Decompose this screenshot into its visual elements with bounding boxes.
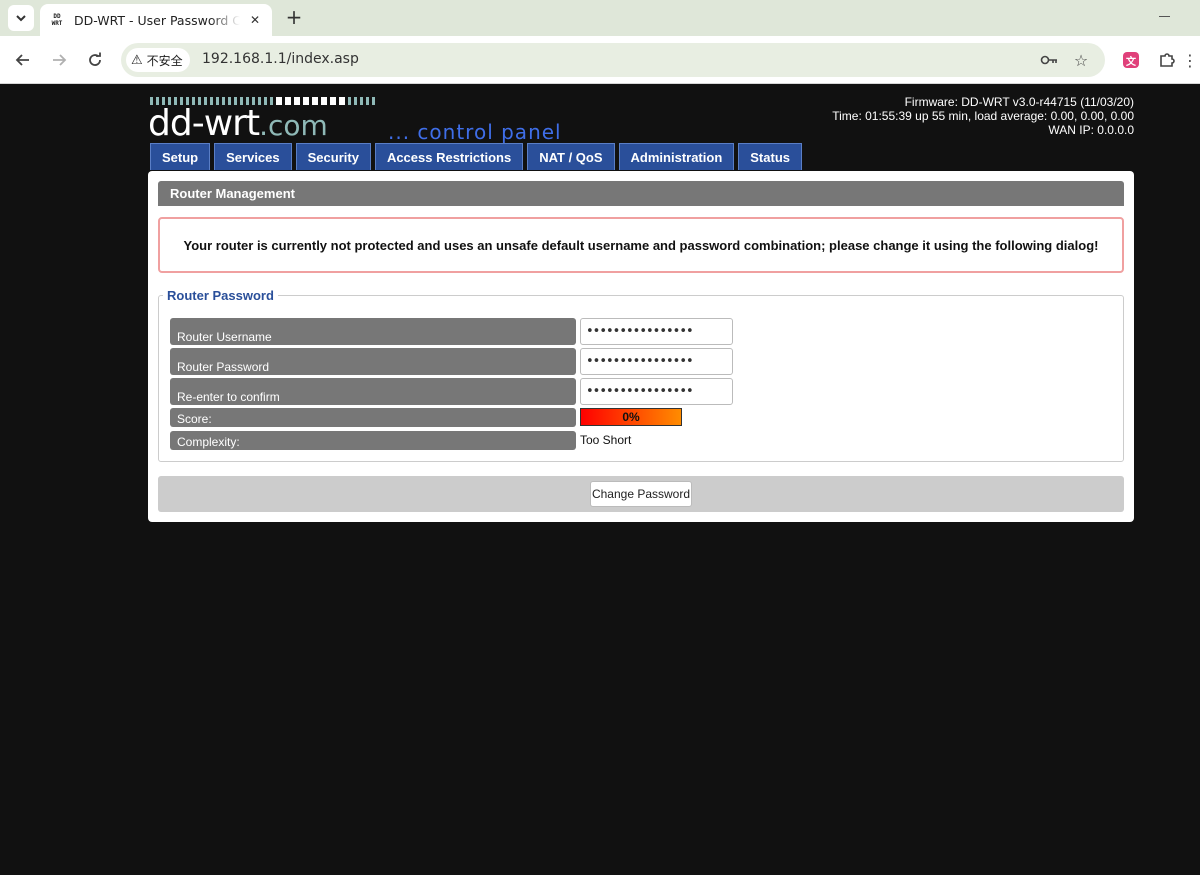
browser-toolbar: ⚠ 不安全 192.168.1.1/index.asp ☆ 文 ⋮ <box>0 36 1200 84</box>
tab-search-button[interactable] <box>8 5 34 31</box>
confirm-password-input[interactable] <box>580 378 733 405</box>
forward-button[interactable] <box>47 48 71 72</box>
translate-icon: 文 <box>1123 52 1139 68</box>
arrow-right-icon <box>53 54 67 66</box>
translate-extension-button[interactable]: 文 <box>1120 49 1142 71</box>
browser-menu-button[interactable]: ⋮ <box>1182 49 1198 71</box>
menu-security[interactable]: Security <box>295 143 371 170</box>
wan-ip: WAN IP: 0.0.0.0 <box>1048 123 1134 137</box>
fieldset-legend: Router Password <box>167 288 274 303</box>
submit-footer: Change Password <box>158 476 1124 512</box>
browser-tab-active[interactable]: DD WRT DD-WRT - User Password Change ✕ <box>40 4 272 36</box>
router-management-panel: Router Management Your router is current… <box>148 171 1134 522</box>
menu-administration[interactable]: Administration <box>618 143 735 170</box>
score-value: 0% <box>622 410 640 424</box>
menu-nat-qos[interactable]: NAT / QoS <box>527 143 615 170</box>
security-warning: Your router is currently not protected a… <box>158 217 1124 273</box>
close-icon[interactable]: ✕ <box>246 11 264 29</box>
warning-triangle-icon: ⚠ <box>131 52 143 68</box>
firmware-version: Firmware: DD-WRT v3.0-r44715 (11/03/20) <box>904 95 1134 109</box>
ddwrt-favicon-icon: DD WRT <box>51 13 63 27</box>
password-label: Router Password <box>170 348 576 375</box>
logo-wordmark: dd-wrt.com <box>148 103 328 144</box>
chevron-down-icon <box>16 15 26 22</box>
kebab-menu-icon: ⋮ <box>1182 50 1198 70</box>
security-label: 不安全 <box>146 53 183 68</box>
main-menu: Setup Services Security Access Restricti… <box>150 143 802 170</box>
password-input[interactable] <box>580 348 733 375</box>
page-content: dd-wrt.com ... control panel Firmware: D… <box>0 85 1200 875</box>
menu-access-restrictions[interactable]: Access Restrictions <box>374 143 524 170</box>
menu-services[interactable]: Services <box>214 143 292 170</box>
confirm-password-label: Re-enter to confirm <box>170 378 576 405</box>
url-text[interactable]: 192.168.1.1/index.asp <box>202 51 359 67</box>
score-label: Score: <box>170 408 576 427</box>
complexity-value: Too Short <box>580 433 632 447</box>
window-minimize-button[interactable] <box>1155 7 1175 27</box>
reload-button[interactable] <box>83 48 107 72</box>
logo-subtitle: ... control panel <box>388 120 562 144</box>
security-warning-text: Your router is currently not protected a… <box>183 237 1099 253</box>
back-button[interactable] <box>11 48 35 72</box>
bookmark-star-icon[interactable]: ☆ <box>1071 50 1091 70</box>
password-key-icon[interactable] <box>1039 50 1059 70</box>
extensions-button[interactable] <box>1156 49 1178 71</box>
security-indicator[interactable]: ⚠ 不安全 <box>126 48 190 72</box>
username-input[interactable] <box>580 318 733 345</box>
menu-setup[interactable]: Setup <box>150 143 211 170</box>
panel-title: Router Management <box>158 181 1124 206</box>
tab-title: DD-WRT - User Password Change <box>74 12 240 28</box>
arrow-left-icon <box>15 54 29 66</box>
browser-tab-bar: DD WRT DD-WRT - User Password Change ✕ + <box>0 0 1200 36</box>
reload-icon <box>89 52 101 66</box>
password-score-bar: 0% <box>580 408 682 426</box>
puzzle-icon <box>1160 53 1175 67</box>
username-label: Router Username <box>170 318 576 345</box>
change-password-button[interactable]: Change Password <box>590 481 692 507</box>
address-bar[interactable]: ⚠ 不安全 192.168.1.1/index.asp ☆ <box>121 43 1105 77</box>
firmware-info: Firmware: DD-WRT v3.0-r44715 (11/03/20) … <box>832 95 1134 137</box>
menu-status[interactable]: Status <box>738 143 802 170</box>
new-tab-button[interactable]: + <box>283 5 305 29</box>
complexity-label: Complexity: <box>170 431 576 450</box>
uptime-info: Time: 01:55:39 up 55 min, load average: … <box>832 109 1134 123</box>
